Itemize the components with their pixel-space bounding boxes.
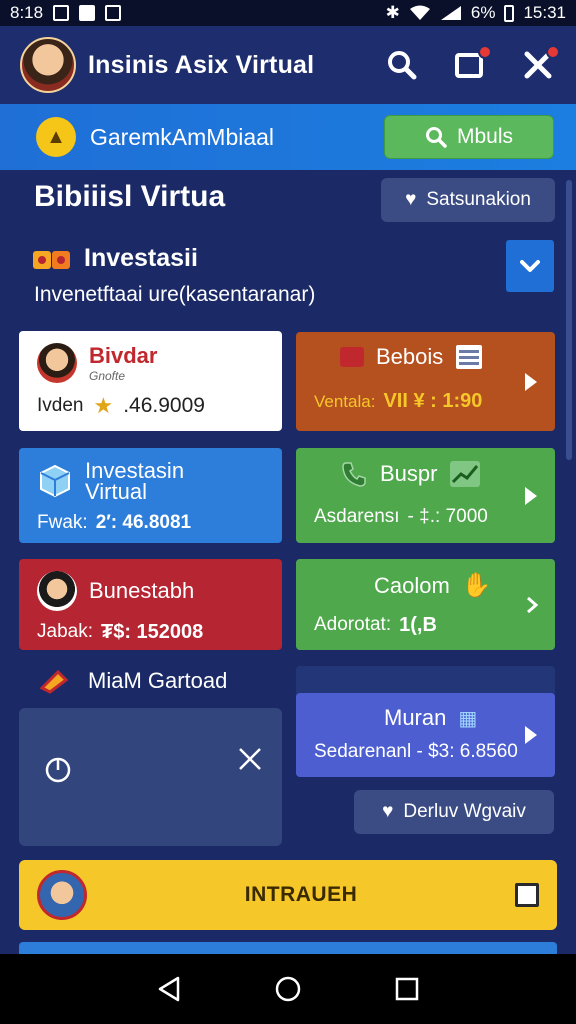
avatar	[37, 870, 87, 920]
status-bar: 8:18 ✱ 6% 15:31	[0, 0, 576, 26]
investment-label: Investasii	[84, 244, 198, 272]
card-value-label: Ivden	[37, 395, 84, 416]
chevron-right-icon	[525, 726, 537, 744]
status-time: 8:18	[10, 3, 44, 22]
home-icon[interactable]	[274, 975, 302, 1003]
card-title: Buspr	[380, 461, 438, 486]
favorite-button[interactable]: ♥ Satsunakion	[381, 178, 555, 222]
close-button[interactable]	[520, 45, 560, 83]
bluetooth-icon: ✱	[385, 3, 400, 22]
card-bebois[interactable]: Bebois Ventala: VII ¥ : 1:90	[296, 332, 555, 431]
gift-box-icon: ▦	[458, 707, 478, 730]
checkbox[interactable]	[515, 883, 539, 907]
favorite-label: Satsunakion	[426, 189, 531, 210]
card-header-strip	[296, 666, 555, 696]
chevron-right-icon	[525, 486, 537, 505]
back-icon[interactable]	[156, 975, 182, 1003]
chevron-right-icon	[527, 596, 539, 613]
card-value: .46.9009	[123, 394, 205, 417]
status-clock: 15:31	[523, 3, 566, 22]
power-icon	[45, 757, 71, 783]
profile-avatar[interactable]	[20, 37, 76, 93]
gift-icon	[33, 250, 70, 269]
avatar	[37, 571, 77, 611]
card-title: Bebois	[376, 344, 444, 369]
card-muran[interactable]: Muran ▦ Sedarenanl - $3: 6.8560	[296, 693, 555, 777]
chevron-right-icon	[525, 372, 537, 391]
derluv-button[interactable]: ♥ Derluv Wgvaiv	[354, 790, 554, 834]
signal-icon	[440, 6, 461, 20]
battery-percent: 6%	[470, 3, 496, 22]
trend-up-icon	[450, 461, 481, 487]
card-title: Bivdar	[89, 343, 158, 368]
next-card-peek	[19, 942, 557, 954]
avatar	[37, 343, 77, 383]
intraueh-label: INTRAUEH	[244, 883, 358, 906]
card-value-label: Adorotat:	[314, 614, 392, 635]
search-icon	[425, 127, 447, 148]
search-icon	[388, 51, 417, 80]
recents-icon[interactable]	[394, 976, 420, 1002]
search-mbuls-button[interactable]: Mbuls	[384, 115, 554, 159]
card-subtitle: Gnofte	[89, 369, 126, 383]
app-title: Insinis Asix Virtual	[88, 50, 315, 79]
card-buspr[interactable]: Buspr Asdarensı - ‡.: 7000	[296, 448, 555, 543]
hand-wave-icon: ✋	[461, 572, 492, 599]
card-value-label: Fwak:	[37, 512, 88, 533]
heart-icon: ♥	[405, 189, 417, 210]
card-bunestabh[interactable]: Bunestabh Jabak: ₮$: 152008	[19, 559, 282, 650]
system-nav-bar	[0, 954, 576, 1024]
page-title: Bibiiisl Virtua	[34, 180, 226, 213]
marker-label: MiaM Gartoad	[88, 668, 228, 693]
mail-icon	[79, 5, 96, 21]
card-value: 2′: 46.8081	[95, 512, 192, 533]
card-title: Investasin Virtual	[85, 458, 185, 504]
cube-icon	[40, 464, 70, 498]
close-badge	[546, 45, 560, 59]
account-banner: ▲ GaremkAmMbiaal Mbuls	[0, 104, 576, 170]
investment-header: Investasii	[32, 244, 198, 273]
card-title: Caolom	[374, 572, 450, 598]
card-bivdar[interactable]: Bivdar Gnofte Ivden ★ .46.9009	[19, 331, 282, 431]
card-value-label: Ventala:	[314, 391, 376, 411]
calendar-icon	[456, 345, 483, 369]
trophy-icon: ★	[93, 393, 114, 418]
chevron-down-icon	[520, 260, 540, 272]
card-value: ₮$: 152008	[100, 621, 204, 643]
card-value: Sedarenanl - $3: 6.8560	[314, 741, 518, 762]
search-button[interactable]	[384, 47, 420, 83]
intraueh-bar[interactable]: INTRAUEH	[19, 860, 557, 930]
card-value: - ‡.: 7000	[407, 506, 488, 527]
card-title: Muran	[384, 705, 447, 730]
search-mbuls-label: Mbuls	[456, 125, 514, 148]
derluv-label: Derluv Wgvaiv	[403, 801, 526, 822]
gallery-icon	[53, 5, 70, 21]
red-envelope-icon	[340, 347, 364, 367]
phone-icon	[342, 462, 366, 487]
notifications-button[interactable]	[452, 45, 492, 83]
app-header: Insinis Asix Virtual	[0, 26, 576, 104]
banner-title: GaremkAmMbiaal	[90, 123, 275, 150]
coin-icon: ▲	[36, 117, 76, 157]
card-value: 1(,B	[399, 614, 437, 636]
marker-row: MiaM Gartoad	[40, 668, 227, 694]
wifi-icon	[409, 5, 430, 20]
investment-subtitle: Invenetftaai ure(kasentaranar)	[34, 283, 316, 306]
card-title: Bunestabh	[89, 578, 195, 603]
close-icon[interactable]	[237, 746, 263, 772]
scrollbar[interactable]	[566, 180, 572, 460]
card-caolom[interactable]: Caolom ✋ Adorotat: 1(,B	[296, 559, 555, 650]
battery-icon	[504, 4, 515, 22]
expand-dropdown-button[interactable]	[506, 240, 554, 292]
marker-icon	[40, 669, 69, 694]
card-value-label: Asdarensı	[314, 506, 400, 527]
heart-icon: ♥	[382, 801, 394, 822]
card-value: VII ¥ : 1:90	[383, 390, 483, 412]
notification-badge	[478, 45, 492, 59]
app-notification-icon	[105, 5, 122, 21]
empty-panel[interactable]	[19, 708, 282, 846]
card-investasi-virtual[interactable]: Investasin Virtual Fwak: 2′: 46.8081	[19, 448, 282, 543]
card-value-label: Jabak:	[37, 621, 93, 642]
